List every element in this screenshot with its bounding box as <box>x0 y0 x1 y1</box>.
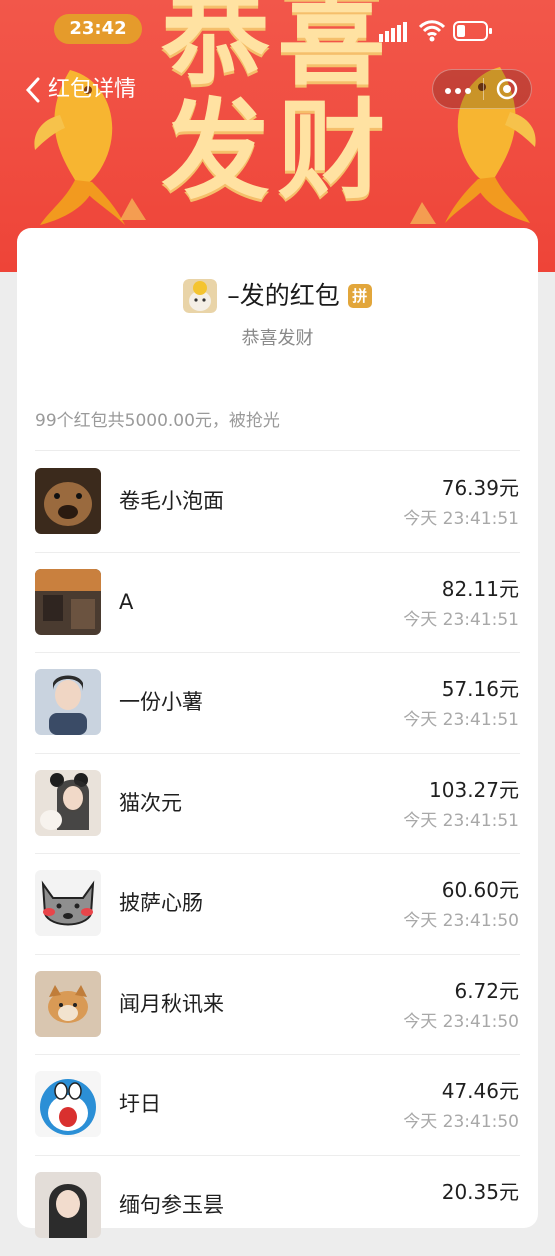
summary-divider <box>35 450 520 451</box>
claimer-name: 闻月秋讯来 <box>119 989 224 1019</box>
target-icon <box>495 77 519 101</box>
claim-amount: 20.35元 <box>442 1178 519 1206</box>
avatar[interactable] <box>35 971 101 1037</box>
claimer-name: 圩日 <box>119 1089 161 1119</box>
claim-record-row[interactable]: 猫次元 103.27元 今天 23:41:51 <box>17 754 538 855</box>
claimer-name: 猫次元 <box>119 788 182 818</box>
claim-time: 今天 23:41:51 <box>403 707 519 733</box>
claim-amount: 82.11元 <box>442 575 519 603</box>
claim-record-row[interactable]: 披萨心肠 60.60元 今天 23:41:50 <box>17 854 538 955</box>
avatar[interactable] <box>35 1172 101 1238</box>
claim-amount: 103.27元 <box>429 776 519 804</box>
claimer-name: 卷毛小泡面 <box>119 486 224 516</box>
sender-row: –发的红包 拼 <box>17 276 538 316</box>
claim-amount: 57.16元 <box>442 675 519 703</box>
claimer-name: 缅句参玉昙 <box>119 1190 224 1220</box>
claim-record-row[interactable]: 缅句参玉昙 20.35元 <box>17 1156 538 1256</box>
claim-record-list: 卷毛小泡面 76.39元 今天 23:41:51 A 82.11元 今天 23:… <box>17 452 538 1256</box>
claim-time: 今天 23:41:50 <box>403 908 519 934</box>
more-button[interactable] <box>433 69 483 109</box>
battery-icon <box>453 21 493 41</box>
avatar[interactable] <box>35 468 101 534</box>
status-bar-time: 23:42 <box>54 14 142 44</box>
claim-time: 今天 23:41:51 <box>403 808 519 834</box>
claimer-name: 披萨心肠 <box>119 888 203 918</box>
claimer-name: 一份小薯 <box>119 687 203 717</box>
avatar[interactable] <box>35 669 101 735</box>
avatar[interactable] <box>35 770 101 836</box>
packet-detail-card: –发的红包 拼 恭喜发财 99个红包共5000.00元，被抢光 卷毛小泡面 76… <box>17 228 538 1228</box>
claim-record-row[interactable]: A 82.11元 今天 23:41:51 <box>17 553 538 654</box>
claim-amount: 60.60元 <box>442 876 519 904</box>
wifi-icon <box>419 20 445 42</box>
banner-text-facai: 发财 <box>0 92 555 212</box>
nav-title: 红包详情 <box>48 74 136 106</box>
claim-amount: 47.46元 <box>442 1077 519 1105</box>
claim-record-row[interactable]: 闻月秋讯来 6.72元 今天 23:41:50 <box>17 955 538 1056</box>
claim-record-row[interactable]: 卷毛小泡面 76.39元 今天 23:41:51 <box>17 452 538 553</box>
claim-time: 今天 23:41:50 <box>403 1009 519 1035</box>
claim-time: 今天 23:41:51 <box>403 506 519 532</box>
sender-packet-title: –发的红包 <box>227 279 340 313</box>
packet-greeting: 恭喜发财 <box>17 326 538 352</box>
ellipsis-icon <box>444 87 472 95</box>
close-mini-program-button[interactable] <box>483 77 531 101</box>
claim-time: 今天 23:41:51 <box>403 607 519 633</box>
banner-sparkle-icon <box>118 196 148 222</box>
claim-record-row[interactable]: 圩日 47.46元 今天 23:41:50 <box>17 1055 538 1156</box>
claim-amount: 76.39元 <box>442 474 519 502</box>
mini-program-capsule <box>432 69 532 109</box>
packet-summary: 99个红包共5000.00元，被抢光 <box>35 408 280 434</box>
avatar[interactable] <box>35 569 101 635</box>
signal-icon <box>379 22 409 42</box>
banner-sparkle-icon <box>408 200 438 226</box>
back-button[interactable]: 红包详情 <box>24 74 136 106</box>
claimer-name: A <box>119 587 133 617</box>
sender-avatar[interactable] <box>183 279 217 313</box>
chevron-left-icon <box>24 76 42 104</box>
claim-amount: 6.72元 <box>454 977 519 1005</box>
avatar[interactable] <box>35 870 101 936</box>
avatar[interactable] <box>35 1071 101 1137</box>
claim-time: 今天 23:41:50 <box>403 1109 519 1135</box>
pin-badge: 拼 <box>348 284 372 308</box>
claim-record-row[interactable]: 一份小薯 57.16元 今天 23:41:51 <box>17 653 538 754</box>
